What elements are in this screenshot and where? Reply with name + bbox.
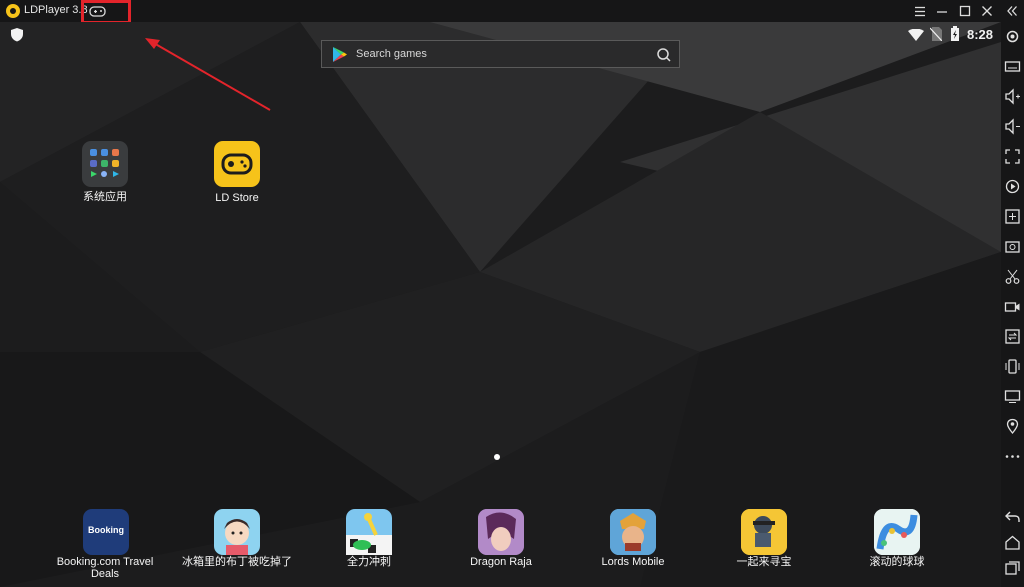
back-icon[interactable] [1004,508,1021,525]
settings-icon[interactable] [1004,28,1021,45]
booking-icon[interactable]: Booking [83,509,129,555]
fullscreen-icon[interactable] [1004,148,1021,165]
search-icon[interactable] [656,47,672,63]
booking-icon-text: Booking [88,525,124,535]
video-icon[interactable] [1004,298,1021,315]
desktop-icon[interactable] [1004,388,1021,405]
app-label-lords-mobile: Lords Mobile [601,556,665,568]
search-input[interactable]: Search games [356,48,427,60]
app-label-system-apps: 系统应用 [83,191,127,203]
keyboard-icon[interactable] [1004,58,1021,75]
ld-store-icon[interactable] [214,141,260,187]
shake-icon[interactable] [1004,358,1021,375]
recent-apps-icon[interactable] [1004,560,1021,577]
home-icon[interactable] [1004,534,1021,551]
location-icon[interactable] [1004,418,1021,435]
screenshot-icon[interactable] [1004,238,1021,255]
right-toolbar [1001,22,1024,587]
sprint-game-icon[interactable] [346,509,392,555]
no-sim-icon [929,27,943,46]
dragon-raja-icon[interactable] [478,509,524,555]
record-icon[interactable] [1004,178,1021,195]
menu-icon[interactable] [912,3,928,19]
rolling-ball-icon[interactable] [874,509,920,555]
add-app-icon[interactable] [1004,208,1021,225]
pudding-game-icon[interactable] [214,509,260,555]
app-label-rolling-ball: 滚动的球球 [869,556,925,568]
app-label-booking: Booking.com Travel Deals [56,556,154,580]
page-indicator-dot [494,454,500,460]
app-label-dragon-raja: Dragon Raja [470,556,532,568]
volume-up-icon[interactable] [1004,88,1021,105]
close-icon[interactable] [979,3,995,19]
sync-icon[interactable] [1004,328,1021,345]
minimize-icon[interactable] [934,3,950,19]
app-label-pudding: 冰箱里的布丁被吃掉了 [182,556,292,568]
volume-down-icon[interactable] [1004,118,1021,135]
more-icon[interactable] [1004,448,1021,465]
app-label-ld-store: LD Store [215,192,259,204]
scissors-icon[interactable] [1004,268,1021,285]
battery-charging-icon [950,26,960,47]
maximize-icon[interactable] [957,3,973,19]
annotation-arrow [145,38,271,111]
treasure-game-icon[interactable] [741,509,787,555]
app-label-treasure: 一起来寻宝 [736,556,792,568]
collapse-sidebar-icon[interactable] [1004,3,1020,19]
play-store-icon [333,47,347,62]
app-label-sprint: 全力冲刺 [347,556,391,568]
wifi-icon [908,28,924,46]
lords-mobile-icon[interactable] [610,509,656,555]
system-apps-folder-icon[interactable] [82,141,128,187]
status-time: 8:28 [967,27,994,42]
search-bar[interactable]: Search games [321,40,680,68]
